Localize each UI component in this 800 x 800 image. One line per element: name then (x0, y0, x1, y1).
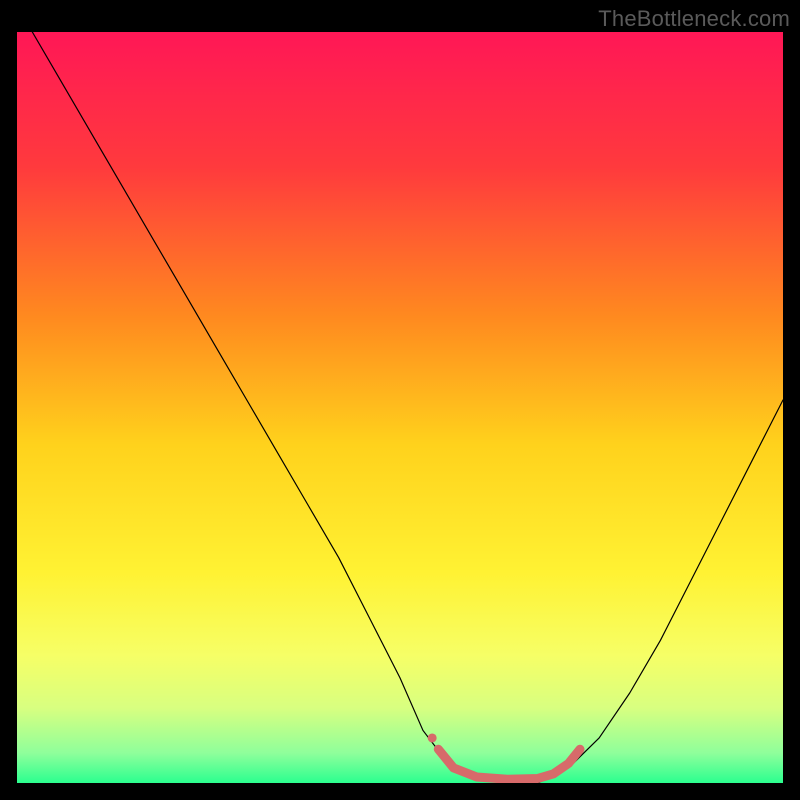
markers-group (428, 733, 437, 742)
watermark-label: TheBottleneck.com (598, 6, 790, 32)
chart-container: TheBottleneck.com (0, 0, 800, 800)
plot-frame (17, 32, 783, 783)
chart-background (17, 32, 783, 783)
marker-optimal-start-dot (428, 733, 437, 742)
chart-svg (17, 32, 783, 783)
